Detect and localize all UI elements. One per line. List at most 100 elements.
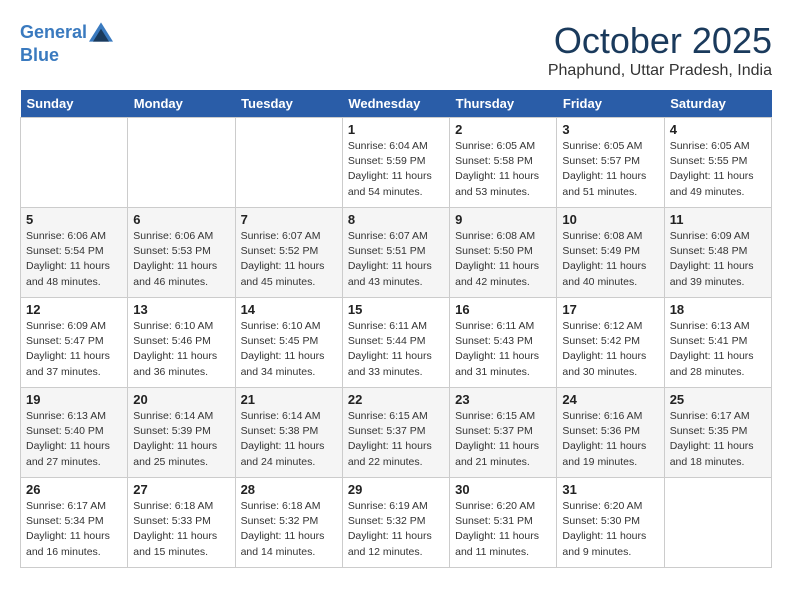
day-number: 14: [241, 302, 337, 317]
calendar-cell: 7Sunrise: 6:07 AM Sunset: 5:52 PM Daylig…: [235, 208, 342, 298]
day-number: 24: [562, 392, 658, 407]
calendar-cell: 9 Sunrise: 6:08 AM Sunset: 5:50 PM Daylig…: [450, 208, 557, 298]
day-info: Sunrise: 6:04 AM Sunset: 5:59 PM Dayligh…: [348, 139, 444, 200]
calendar-week-row: 5Sunrise: 6:06 AM Sunset: 5:54 PM Daylig…: [21, 208, 772, 298]
logo: General Blue: [20, 20, 113, 66]
day-number: 19: [26, 392, 122, 407]
logo-text: General Blue: [20, 20, 113, 66]
calendar-cell: 22 Sunrise: 6:15 AM Sunset: 5:37 PM Dayli…: [342, 388, 449, 478]
day-number: 1: [348, 122, 444, 137]
weekday-header: Tuesday: [235, 90, 342, 118]
calendar-cell: 21 Sunrise: 6:14 AM Sunset: 5:38 PM Dayli…: [235, 388, 342, 478]
title-block: October 2025 Phaphund, Uttar Pradesh, In…: [548, 20, 772, 80]
day-info: Sunrise: 6:05 AM Sunset: 5:57 PM Dayligh…: [562, 139, 658, 200]
calendar-cell: 24 Sunrise: 6:16 AM Sunset: 5:36 PM Dayli…: [557, 388, 664, 478]
weekday-header: Friday: [557, 90, 664, 118]
calendar-week-row: 12 Sunrise: 6:09 AM Sunset: 5:47 PM Dayli…: [21, 298, 772, 388]
day-info: Sunrise: 6:08 AM Sunset: 5:50 PM Dayligh…: [455, 229, 551, 290]
month-title: October 2025: [548, 20, 772, 62]
calendar-cell: 15 Sunrise: 6:11 AM Sunset: 5:44 PM Dayli…: [342, 298, 449, 388]
day-number: 7: [241, 212, 337, 227]
day-info: Sunrise: 6:06 AM Sunset: 5:53 PM Dayligh…: [133, 229, 229, 290]
day-number: 22: [348, 392, 444, 407]
day-number: 9: [455, 212, 551, 227]
calendar-cell: 5Sunrise: 6:06 AM Sunset: 5:54 PM Daylig…: [21, 208, 128, 298]
day-info: Sunrise: 6:10 AM Sunset: 5:45 PM Dayligh…: [241, 319, 337, 380]
calendar-week-row: 19 Sunrise: 6:13 AM Sunset: 5:40 PM Dayli…: [21, 388, 772, 478]
calendar-cell: 10 Sunrise: 6:08 AM Sunset: 5:49 PM Dayli…: [557, 208, 664, 298]
weekday-header: Monday: [128, 90, 235, 118]
day-number: 25: [670, 392, 766, 407]
day-info: Sunrise: 6:18 AM Sunset: 5:33 PM Dayligh…: [133, 499, 229, 560]
calendar-cell: 23Sunrise: 6:15 AM Sunset: 5:37 PM Dayli…: [450, 388, 557, 478]
day-number: 12: [26, 302, 122, 317]
day-info: Sunrise: 6:14 AM Sunset: 5:39 PM Dayligh…: [133, 409, 229, 470]
day-info: Sunrise: 6:18 AM Sunset: 5:32 PM Dayligh…: [241, 499, 337, 560]
weekday-header-row: SundayMondayTuesdayWednesdayThursdayFrid…: [21, 90, 772, 118]
day-number: 31: [562, 482, 658, 497]
day-info: Sunrise: 6:13 AM Sunset: 5:41 PM Dayligh…: [670, 319, 766, 380]
day-info: Sunrise: 6:05 AM Sunset: 5:58 PM Dayligh…: [455, 139, 551, 200]
day-number: 11: [670, 212, 766, 227]
weekday-header: Sunday: [21, 90, 128, 118]
day-info: Sunrise: 6:15 AM Sunset: 5:37 PM Dayligh…: [455, 409, 551, 470]
calendar-cell: 3Sunrise: 6:05 AM Sunset: 5:57 PM Daylig…: [557, 118, 664, 208]
calendar-cell: [664, 478, 771, 568]
calendar-table: SundayMondayTuesdayWednesdayThursdayFrid…: [20, 90, 772, 568]
day-number: 26: [26, 482, 122, 497]
calendar-cell: 14 Sunrise: 6:10 AM Sunset: 5:45 PM Dayli…: [235, 298, 342, 388]
calendar-cell: 19 Sunrise: 6:13 AM Sunset: 5:40 PM Dayli…: [21, 388, 128, 478]
day-number: 10: [562, 212, 658, 227]
day-info: Sunrise: 6:07 AM Sunset: 5:51 PM Dayligh…: [348, 229, 444, 290]
calendar-cell: 30Sunrise: 6:20 AM Sunset: 5:31 PM Dayli…: [450, 478, 557, 568]
day-info: Sunrise: 6:13 AM Sunset: 5:40 PM Dayligh…: [26, 409, 122, 470]
weekday-header: Wednesday: [342, 90, 449, 118]
calendar-cell: 12 Sunrise: 6:09 AM Sunset: 5:47 PM Dayli…: [21, 298, 128, 388]
day-info: Sunrise: 6:19 AM Sunset: 5:32 PM Dayligh…: [348, 499, 444, 560]
day-number: 6: [133, 212, 229, 227]
calendar-week-row: 1 Sunrise: 6:04 AM Sunset: 5:59 PM Daylig…: [21, 118, 772, 208]
day-info: Sunrise: 6:15 AM Sunset: 5:37 PM Dayligh…: [348, 409, 444, 470]
day-number: 30: [455, 482, 551, 497]
calendar-cell: 1 Sunrise: 6:04 AM Sunset: 5:59 PM Daylig…: [342, 118, 449, 208]
calendar-cell: 6 Sunrise: 6:06 AM Sunset: 5:53 PM Daylig…: [128, 208, 235, 298]
day-number: 15: [348, 302, 444, 317]
day-info: Sunrise: 6:06 AM Sunset: 5:54 PM Dayligh…: [26, 229, 122, 290]
calendar-cell: 31 Sunrise: 6:20 AM Sunset: 5:30 PM Dayli…: [557, 478, 664, 568]
weekday-header: Thursday: [450, 90, 557, 118]
day-number: 18: [670, 302, 766, 317]
day-number: 16: [455, 302, 551, 317]
calendar-cell: 28 Sunrise: 6:18 AM Sunset: 5:32 PM Dayli…: [235, 478, 342, 568]
calendar-cell: 4Sunrise: 6:05 AM Sunset: 5:55 PM Daylig…: [664, 118, 771, 208]
day-number: 29: [348, 482, 444, 497]
day-info: Sunrise: 6:20 AM Sunset: 5:30 PM Dayligh…: [562, 499, 658, 560]
weekday-header: Saturday: [664, 90, 771, 118]
day-info: Sunrise: 6:14 AM Sunset: 5:38 PM Dayligh…: [241, 409, 337, 470]
calendar-cell: 29 Sunrise: 6:19 AM Sunset: 5:32 PM Dayli…: [342, 478, 449, 568]
day-number: 28: [241, 482, 337, 497]
day-info: Sunrise: 6:09 AM Sunset: 5:47 PM Dayligh…: [26, 319, 122, 380]
calendar-cell: 27Sunrise: 6:18 AM Sunset: 5:33 PM Dayli…: [128, 478, 235, 568]
day-info: Sunrise: 6:17 AM Sunset: 5:34 PM Dayligh…: [26, 499, 122, 560]
calendar-cell: 18 Sunrise: 6:13 AM Sunset: 5:41 PM Dayli…: [664, 298, 771, 388]
calendar-cell: 16 Sunrise: 6:11 AM Sunset: 5:43 PM Dayli…: [450, 298, 557, 388]
day-info: Sunrise: 6:16 AM Sunset: 5:36 PM Dayligh…: [562, 409, 658, 470]
day-info: Sunrise: 6:12 AM Sunset: 5:42 PM Dayligh…: [562, 319, 658, 380]
calendar-cell: 20 Sunrise: 6:14 AM Sunset: 5:39 PM Dayli…: [128, 388, 235, 478]
day-number: 20: [133, 392, 229, 407]
day-number: 8: [348, 212, 444, 227]
calendar-cell: 8 Sunrise: 6:07 AM Sunset: 5:51 PM Daylig…: [342, 208, 449, 298]
day-number: 2: [455, 122, 551, 137]
day-info: Sunrise: 6:11 AM Sunset: 5:44 PM Dayligh…: [348, 319, 444, 380]
day-info: Sunrise: 6:17 AM Sunset: 5:35 PM Dayligh…: [670, 409, 766, 470]
calendar-cell: [21, 118, 128, 208]
calendar-cell: 2 Sunrise: 6:05 AM Sunset: 5:58 PM Daylig…: [450, 118, 557, 208]
day-number: 17: [562, 302, 658, 317]
calendar-cell: 26 Sunrise: 6:17 AM Sunset: 5:34 PM Dayli…: [21, 478, 128, 568]
day-info: Sunrise: 6:11 AM Sunset: 5:43 PM Dayligh…: [455, 319, 551, 380]
calendar-cell: 25 Sunrise: 6:17 AM Sunset: 5:35 PM Dayli…: [664, 388, 771, 478]
day-info: Sunrise: 6:05 AM Sunset: 5:55 PM Dayligh…: [670, 139, 766, 200]
page-header: General Blue October 2025 Phaphund, Utta…: [20, 20, 772, 80]
day-number: 21: [241, 392, 337, 407]
day-info: Sunrise: 6:08 AM Sunset: 5:49 PM Dayligh…: [562, 229, 658, 290]
